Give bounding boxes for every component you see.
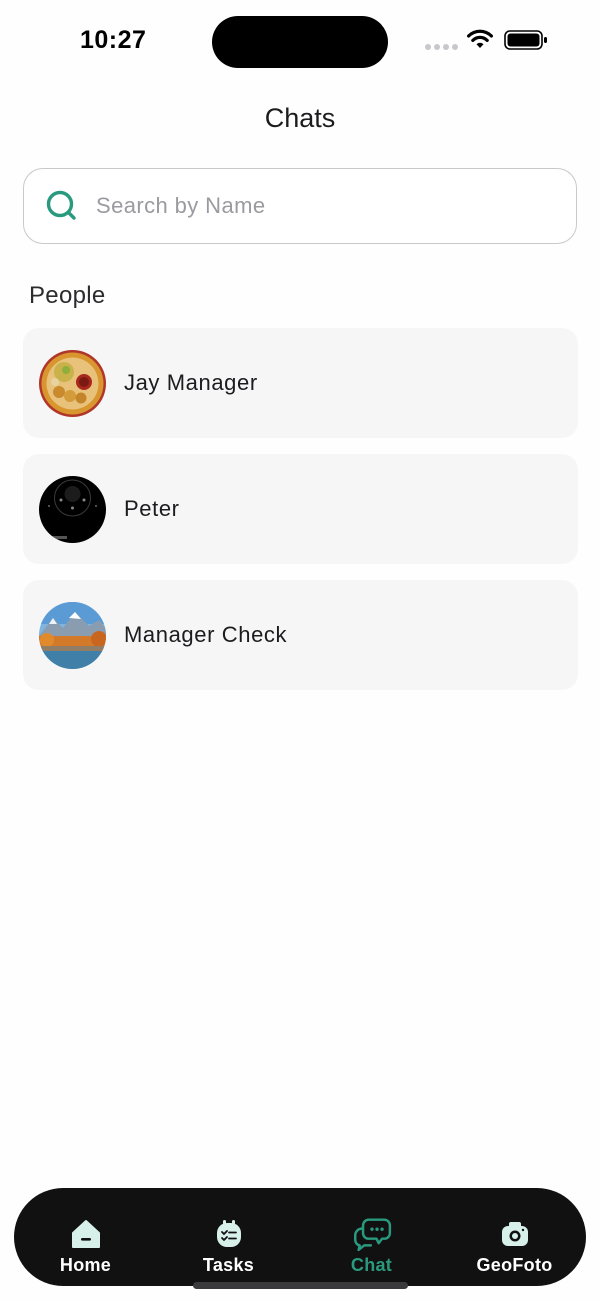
page-title: Chats [264, 103, 336, 133]
tasks-icon [216, 1219, 241, 1247]
search-icon [46, 190, 76, 220]
mountain-lake-avatar-icon [39, 601, 106, 669]
tab-home[interactable]: Home [26, 1199, 146, 1276]
chat-icon [353, 1217, 391, 1251]
avatar [39, 601, 106, 669]
person-card-peter[interactable]: Peter [23, 454, 578, 564]
tab-tasks[interactable]: Tasks [169, 1199, 289, 1276]
home-icon [71, 1219, 100, 1248]
tab-label: GeoFoto [476, 1254, 553, 1275]
wifi-icon [467, 29, 493, 48]
tab-label: Home [59, 1254, 112, 1275]
search-input[interactable] [96, 193, 536, 219]
dark-watchface-avatar-icon [39, 475, 106, 543]
people-list: Jay Manager Peter Manager Check [23, 328, 578, 706]
search-bar[interactable] [23, 168, 577, 244]
dynamic-island [212, 16, 388, 68]
people-section-label: People [29, 282, 106, 309]
avatar [39, 475, 106, 543]
person-name: Peter [124, 496, 180, 521]
person-name: Jay Manager [124, 370, 258, 395]
status-time: 10:27 [80, 26, 147, 54]
tab-label: Chat [350, 1254, 393, 1275]
person-name: Manager Check [124, 622, 288, 647]
status-bar: 10:27 [0, 0, 600, 80]
bottom-tab-bar: Home Tasks Chat GeoFoto [14, 1188, 586, 1286]
food-platter-avatar-icon [39, 349, 106, 417]
home-indicator [193, 1282, 408, 1289]
camera-icon [501, 1221, 528, 1246]
cellular-signal-icon [425, 44, 458, 50]
chats-screen: 10:27 Chats People [0, 0, 600, 1300]
tab-geofoto[interactable]: GeoFoto [455, 1199, 575, 1276]
tab-label: Tasks [202, 1254, 255, 1275]
battery-icon [504, 30, 547, 50]
person-card-jay-manager[interactable]: Jay Manager [23, 328, 578, 438]
tab-chat[interactable]: Chat [312, 1199, 432, 1276]
person-card-manager-check[interactable]: Manager Check [23, 580, 578, 690]
avatar [39, 349, 106, 417]
